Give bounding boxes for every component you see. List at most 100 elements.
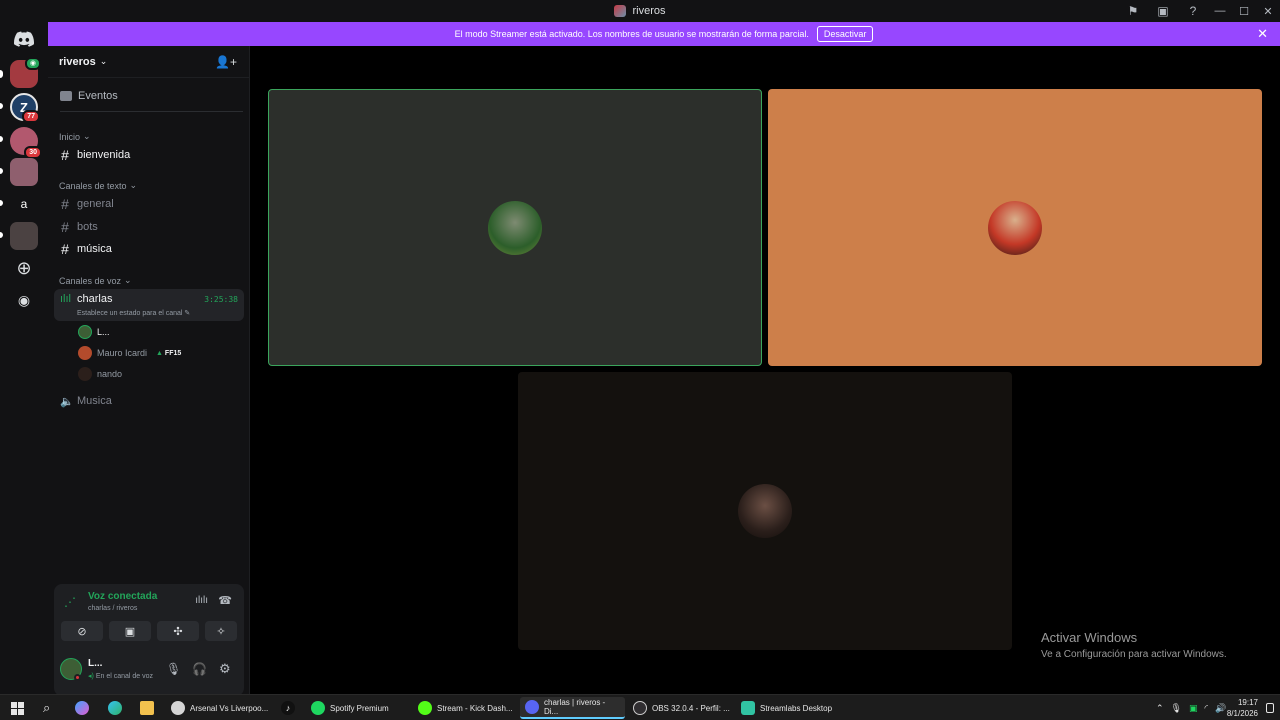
disconnect-icon[interactable]: ☎	[218, 594, 232, 607]
copilot-icon[interactable]	[70, 697, 94, 719]
maximize-button[interactable]: ☐	[1232, 0, 1256, 22]
user-status: ◂) En el canal de voz	[88, 673, 154, 680]
file-explorer-icon[interactable]	[135, 697, 159, 719]
channel-bots[interactable]: # bots	[54, 217, 244, 237]
discover-icon[interactable]: ◉	[10, 286, 38, 314]
status-dot-icon	[74, 674, 81, 681]
server-riveros-icon[interactable]: ◉	[10, 57, 41, 88]
noise-suppression-icon[interactable]: ılılı	[195, 595, 208, 606]
chevron-up-icon[interactable]: ⌃	[1156, 703, 1164, 714]
category-voz[interactable]: Canales de voz ⌄	[48, 275, 132, 286]
channel-musica-voice[interactable]: 🔈 Musica	[54, 391, 244, 411]
tile-user-2[interactable]	[768, 89, 1262, 366]
activities-button[interactable]: ✣	[157, 621, 199, 641]
chevron-down-icon: ⌄	[83, 131, 91, 141]
start-button[interactable]	[6, 697, 29, 719]
calendar-icon	[60, 90, 72, 101]
server-header[interactable]: riveros ⌄ 👤+	[48, 46, 249, 78]
channel-status[interactable]: Establece un estado para el canal ✎	[77, 309, 190, 317]
taskbar-app-obs[interactable]: OBS 32.0.4 - Perfil: ...	[628, 697, 735, 719]
headphones-icon[interactable]: 🎧	[192, 662, 207, 676]
network-icon[interactable]: ▣	[1189, 703, 1198, 714]
soundboard-button[interactable]: ✧	[205, 621, 237, 641]
selected-server-pill	[0, 70, 3, 78]
chrome-icon	[418, 701, 432, 715]
voice-user[interactable]: nando	[78, 366, 122, 382]
user-avatar	[738, 484, 792, 538]
avatar	[78, 367, 92, 381]
discord-home-icon[interactable]	[10, 25, 38, 53]
category-texto[interactable]: Canales de texto ⌄	[48, 180, 137, 191]
streamer-mode-banner: El modo Streamer está activado. Los nomb…	[48, 22, 1280, 46]
server-6-icon[interactable]	[10, 222, 38, 250]
taskbar-clock[interactable]: 19:17 8/1/2026	[1227, 697, 1258, 719]
server-z-icon[interactable]: Z 77	[10, 93, 40, 123]
server-4-icon[interactable]	[10, 158, 38, 186]
channel-musica[interactable]: # música	[54, 239, 244, 259]
voice-location[interactable]: charlas / riveros	[88, 605, 137, 612]
edge-icon[interactable]	[103, 697, 127, 719]
disable-streamer-button[interactable]: Desactivar	[816, 26, 874, 42]
discord-icon	[525, 700, 539, 714]
taskbar-app-discord[interactable]: charlas | riveros - Di...	[520, 697, 625, 719]
add-server-icon[interactable]: ⊕	[10, 254, 38, 282]
chrome-icon	[171, 701, 185, 715]
server-a-icon[interactable]: a	[10, 190, 38, 218]
pencil-icon: ✎	[184, 310, 191, 317]
text-channel-icon: #	[61, 147, 69, 163]
volume-icon[interactable]: 🔊	[1215, 703, 1226, 714]
taskbar-app-chrome-arsenal[interactable]: Arsenal Vs Liverpoo...	[166, 697, 273, 719]
tile-user-1[interactable]	[268, 89, 762, 366]
obs-icon	[633, 701, 647, 715]
voice-timer: 3:25:38	[204, 295, 238, 304]
spotify-icon	[311, 701, 325, 715]
channel-general[interactable]: # general	[54, 194, 244, 214]
tiktok-icon[interactable]: ♪	[276, 697, 300, 719]
taskbar-app-streamlabs[interactable]: Streamlabs Desktop	[736, 697, 837, 719]
voice-activity-icon: ılıl	[60, 293, 71, 305]
wifi-icon[interactable]: ◜	[1205, 703, 1209, 714]
close-icon[interactable]: ✕	[1257, 26, 1268, 42]
text-channel-icon: #	[61, 219, 69, 235]
invite-user-icon[interactable]: 👤+	[215, 55, 237, 69]
windows-taskbar: ⌕ Arsenal Vs Liverpoo... ♪ Spotify Premi…	[0, 694, 1280, 720]
search-icon[interactable]: ⌕	[38, 697, 55, 719]
category-inicio[interactable]: Inicio ⌄	[48, 131, 91, 142]
soundboard-icon: ✧	[216, 625, 226, 638]
tile-user-3[interactable]	[518, 372, 1012, 650]
user-tag-badge: ▲ FF15	[156, 349, 182, 357]
server-3-icon[interactable]: 30	[10, 127, 42, 159]
channel-bienvenida[interactable]: # bienvenida	[54, 145, 244, 165]
mic-icon[interactable]: 🎙	[1171, 703, 1182, 714]
server-rail: ◉ Z 77 30 a ⊕ ◉	[0, 22, 48, 694]
screen-share-button[interactable]: ▣	[109, 621, 151, 641]
mic-icon[interactable]: 🎙	[166, 662, 181, 676]
voice-user[interactable]: L...	[78, 324, 110, 340]
inbox-icon[interactable]: ⚑	[1118, 0, 1148, 22]
unread-pill	[0, 103, 3, 109]
screen-share-icon[interactable]: ▣	[1148, 0, 1178, 22]
events-link[interactable]: Eventos	[60, 90, 243, 112]
notifications-icon[interactable]	[1266, 703, 1274, 713]
server-name: riveros	[59, 55, 96, 68]
username[interactable]: L...	[88, 658, 102, 669]
voice-channel-charlas[interactable]: ılıl charlas 3:25:38 Establece un estado…	[54, 289, 244, 321]
user-panel: L... ◂) En el canal de voz 🎙 🎧 ⚙	[54, 652, 244, 688]
minimize-button[interactable]: —	[1208, 0, 1232, 22]
voice-status[interactable]: Voz conectada	[88, 591, 157, 602]
channel-sidebar: riveros ⌄ 👤+ Eventos Inicio ⌄ # bienvenid…	[48, 46, 250, 696]
settings-gear-icon[interactable]: ⚙	[219, 661, 231, 677]
chevron-down-icon: ⌄	[99, 56, 108, 66]
voice-user[interactable]: Mauro Icardi ▲ FF15	[78, 345, 181, 361]
windows-logo-icon	[11, 701, 24, 715]
text-channel-icon: #	[61, 196, 69, 212]
unread-pill	[0, 200, 3, 206]
taskbar-app-spotify[interactable]: Spotify Premium	[306, 697, 394, 719]
taskbar-app-kick[interactable]: Stream - Kick Dash...	[413, 697, 518, 719]
help-icon[interactable]: ?	[1178, 0, 1208, 22]
screen-share-icon: ▣	[124, 625, 136, 638]
chevron-down-icon: ⌄	[124, 275, 132, 285]
camera-off-button[interactable]: ⊘	[61, 621, 103, 641]
close-window-button[interactable]: ✕	[1256, 0, 1280, 22]
window-title: riveros	[632, 5, 666, 17]
